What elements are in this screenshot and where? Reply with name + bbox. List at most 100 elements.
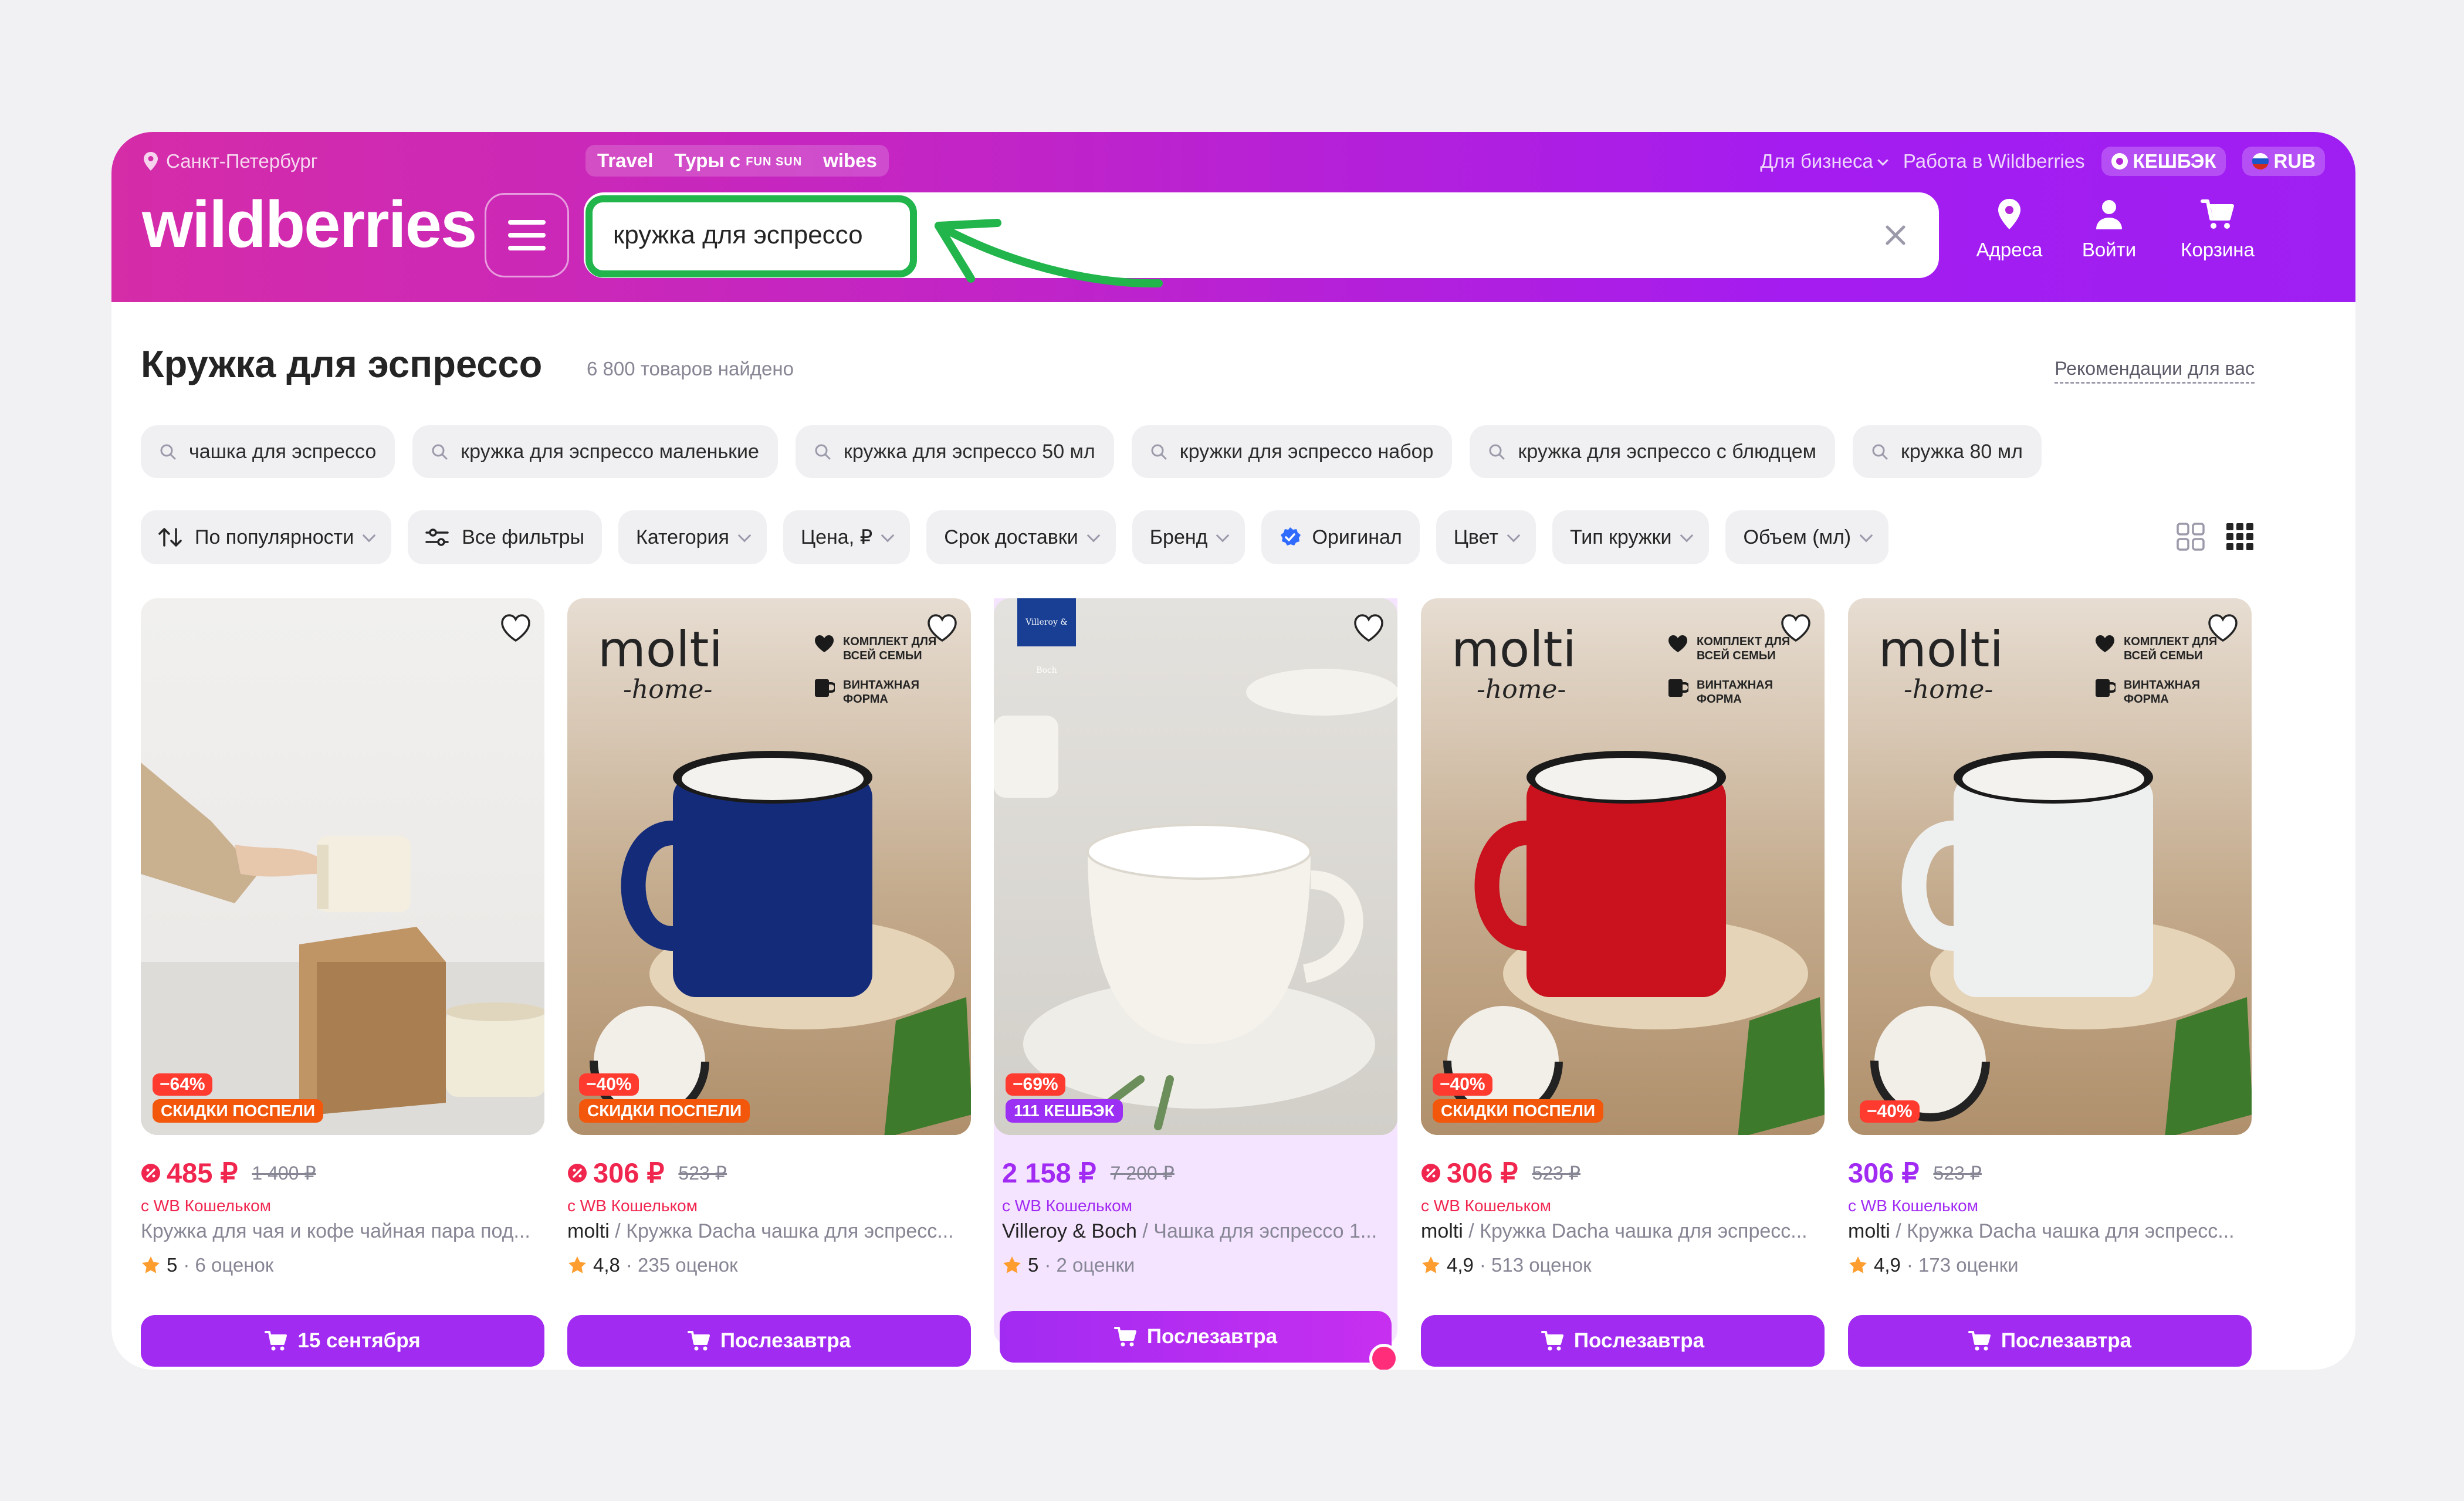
addresses-button[interactable]: Адреса xyxy=(1965,198,2053,261)
promo-links: Travel Туры с FUN SUN wibes xyxy=(585,145,889,177)
wildberries-logo[interactable]: wildberries xyxy=(142,192,477,257)
rating-value: 4,8 xyxy=(593,1254,620,1276)
category-dropdown[interactable]: Категория xyxy=(618,510,767,564)
mug-type-dropdown[interactable]: Тип кружки xyxy=(1552,510,1710,564)
heart-icon xyxy=(815,635,834,652)
login-button[interactable]: Войти xyxy=(2065,198,2153,261)
travel-link[interactable]: Travel xyxy=(597,150,653,172)
wibes-link[interactable]: wibes xyxy=(823,150,877,172)
rating-value: 4,9 xyxy=(1874,1254,1901,1276)
product-card[interactable]: molti -home- КОМПЛЕКТ ДЛЯ ВСЕЙ СЕМЬИ ВИН… xyxy=(1421,598,1825,1367)
chevron-down-icon xyxy=(362,528,376,543)
product-title[interactable]: molti / Кружка Dacha чашка для эспресс..… xyxy=(567,1220,971,1243)
product-image[interactable]: Villeroy & Boch −69% 111 КЕШБЭК xyxy=(994,598,1397,1135)
suggestion-chip[interactable]: кружки для эспрессо набор xyxy=(1131,425,1453,478)
product-title[interactable]: Кружка для чая и кофе чайная пара под... xyxy=(141,1220,544,1243)
browser-page: Санкт-Петербург Travel Туры с FUN SUN wi… xyxy=(111,132,2355,1370)
wallet-discount-icon xyxy=(1421,1164,1440,1182)
heart-icon[interactable] xyxy=(497,610,534,646)
rating-value: 5 xyxy=(167,1254,178,1276)
results-count: 6 800 товаров найдено xyxy=(587,358,794,380)
add-to-cart-button[interactable]: Послезавтра xyxy=(1848,1315,2252,1367)
arrow-annotation-icon xyxy=(935,219,1163,288)
delivery-label: Послезавтра xyxy=(1146,1325,1278,1348)
heart-icon[interactable] xyxy=(1778,610,1814,646)
suggestion-chip[interactable]: чашка для эспрессо xyxy=(141,425,395,478)
add-to-cart-button[interactable]: Послезавтра xyxy=(1000,1311,1399,1370)
suggestion-chip[interactable]: кружка для эспрессо 50 мл xyxy=(795,425,1114,478)
location-pin-icon xyxy=(1998,199,2020,229)
heart-icon[interactable] xyxy=(924,610,960,646)
heart-icon[interactable] xyxy=(1351,610,1387,646)
recommendations-link[interactable]: Рекомендации для вас xyxy=(2055,358,2255,384)
price-dropdown[interactable]: Цена, ₽ xyxy=(783,510,911,564)
close-icon[interactable] xyxy=(1880,220,1911,250)
product-brand: molti xyxy=(567,1220,610,1242)
brand-logo: molti xyxy=(1879,621,2003,678)
search-highlight-box xyxy=(585,195,917,277)
price-row: 485 ₽ 1 400 ₽ xyxy=(141,1157,316,1190)
cashback-badge-label: 111 КЕШБЭК xyxy=(1014,1102,1115,1120)
filters-icon xyxy=(425,528,449,546)
mug-type-label: Тип кружки xyxy=(1569,526,1672,548)
chevron-down-icon xyxy=(1087,528,1101,543)
product-image[interactable]: molti -home- КОМПЛЕКТ ДЛЯ ВСЕЙ СЕМЬИ ВИН… xyxy=(1421,598,1825,1135)
product-card[interactable]: molti -home- КОМПЛЕКТ ДЛЯ ВСЕЙ СЕМЬИ ВИН… xyxy=(1848,598,2252,1367)
cashback-button[interactable]: КЕШБЭК xyxy=(2101,147,2226,176)
product-title[interactable]: molti / Кружка Dacha чашка для эспресс..… xyxy=(1421,1220,1825,1243)
brand-dropdown[interactable]: Бренд xyxy=(1132,510,1245,564)
feature-text: ВИНТАЖНАЯ ФОРМА xyxy=(2124,679,2200,706)
add-to-cart-button[interactable]: 15 сентября xyxy=(141,1315,544,1367)
color-dropdown[interactable]: Цвет xyxy=(1436,510,1536,564)
product-title[interactable]: molti / Кружка Dacha чашка для эспресс..… xyxy=(1848,1220,2252,1243)
grid-small-icon[interactable] xyxy=(2225,522,2255,551)
all-filters-button[interactable]: Все фильтры xyxy=(408,510,603,564)
product-grid: −64% СКИДКИ ПОСПЕЛИ 485 ₽ 1 400 ₽ с WB К… xyxy=(141,598,2306,1370)
grid-large-icon[interactable] xyxy=(2176,522,2205,551)
suggestion-chip[interactable]: кружка для эспрессо маленькие xyxy=(412,425,778,478)
product-name: / Кружка Dacha чашка для эспресс... xyxy=(1463,1220,1808,1242)
delivery-dropdown[interactable]: Срок доставки xyxy=(926,510,1116,564)
rating: 4,8 · 235 оценок xyxy=(567,1254,738,1276)
business-link[interactable]: Для бизнеса xyxy=(1760,150,1888,172)
cart-button[interactable]: Корзина xyxy=(2174,198,2262,261)
cart-icon xyxy=(2201,199,2234,229)
rating: 5 · 2 оценки xyxy=(1002,1254,1135,1276)
filter-bar: По популярности Все фильтры Категория Це… xyxy=(141,510,1889,564)
chevron-down-icon xyxy=(1859,528,1873,543)
mug-handle xyxy=(1474,821,1528,951)
suggestion-label: чашка для эспрессо xyxy=(189,440,377,463)
product-brand: molti xyxy=(1848,1220,1890,1242)
cashback-badge: 111 КЕШБЭК xyxy=(1006,1099,1123,1123)
add-to-cart-button[interactable]: Послезавтра xyxy=(1421,1315,1825,1367)
chevron-down-icon xyxy=(737,528,752,543)
discount-badge: −64% xyxy=(153,1073,212,1096)
original-toggle[interactable]: Оригинал xyxy=(1261,510,1420,564)
feature-text: ВИНТАЖНАЯ ФОРМА xyxy=(843,679,919,706)
city-selector[interactable]: Санкт-Петербург xyxy=(144,145,318,178)
product-card[interactable]: molti -home- КОМПЛЕКТ ДЛЯ ВСЕЙ СЕМЬИ ВИН… xyxy=(567,598,971,1367)
product-image[interactable]: molti -home- КОМПЛЕКТ ДЛЯ ВСЕЙ СЕМЬИ ВИН… xyxy=(1848,598,2252,1135)
suggestion-chip[interactable]: кружка для эспрессо с блюдцем xyxy=(1470,425,1836,478)
mug-icon xyxy=(815,679,835,697)
volume-dropdown[interactable]: Объем (мл) xyxy=(1725,510,1889,564)
product-card[interactable]: −64% СКИДКИ ПОСПЕЛИ 485 ₽ 1 400 ₽ с WB К… xyxy=(141,598,544,1367)
heart-icon[interactable] xyxy=(2205,610,2241,646)
product-image[interactable]: molti -home- КОМПЛЕКТ ДЛЯ ВСЕЙ СЕМЬИ ВИН… xyxy=(567,598,971,1135)
heart-icon xyxy=(2096,635,2114,652)
product-card[interactable]: Villeroy & Boch −69% 111 КЕШБЭК 2 158 ₽ … xyxy=(994,598,1399,1370)
menu-button[interactable] xyxy=(485,193,569,277)
mug-body xyxy=(1954,774,2153,997)
product-title[interactable]: Villeroy & Boch / Чашка для эспрессо 1..… xyxy=(1002,1220,1389,1243)
sort-dropdown[interactable]: По популярности xyxy=(141,510,392,564)
search-icon xyxy=(432,444,448,460)
cashback-icon xyxy=(2111,153,2128,170)
suggestion-chip[interactable]: кружка 80 мл xyxy=(1853,425,2042,478)
work-link[interactable]: Работа в Wildberries xyxy=(1903,150,2085,172)
tours-link[interactable]: Туры с FUN SUN xyxy=(674,150,802,172)
star-icon xyxy=(1003,1256,1021,1273)
currency-button[interactable]: RUB xyxy=(2242,147,2325,176)
product-image[interactable]: −64% СКИДКИ ПОСПЕЛИ xyxy=(141,598,544,1135)
star-icon xyxy=(568,1256,586,1273)
add-to-cart-button[interactable]: Послезавтра xyxy=(567,1315,971,1367)
